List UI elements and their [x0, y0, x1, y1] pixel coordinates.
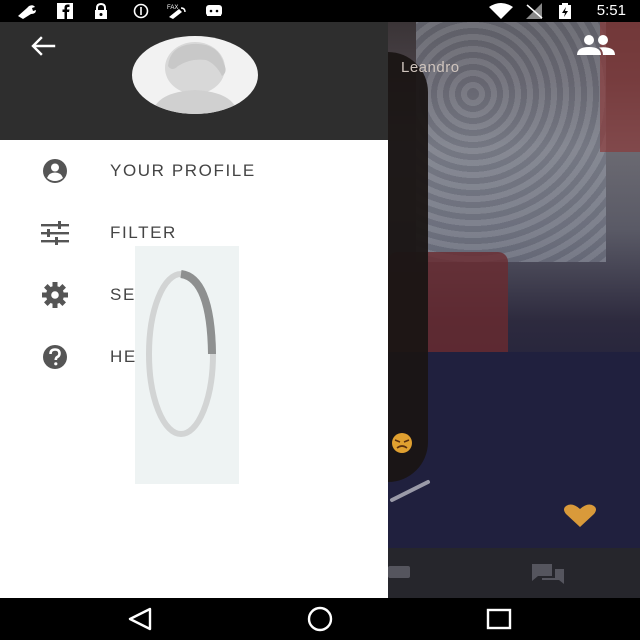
menu-item-your-profile[interactable]: YOUR PROFILE	[0, 143, 388, 199]
android-icon	[206, 5, 222, 16]
remote-video-feed	[388, 22, 640, 598]
video-person-silhouette	[388, 52, 428, 482]
profile-avatar[interactable]	[132, 36, 258, 114]
loading-spinner-icon	[146, 270, 216, 437]
video-blanket-texture	[416, 22, 606, 262]
menu-label-your-profile: YOUR PROFILE	[110, 161, 256, 180]
chat-icon[interactable]	[528, 562, 568, 584]
wrench-icon	[18, 5, 36, 19]
svg-text:FAX: FAX	[167, 5, 178, 11]
menu-label-help: HE	[110, 347, 137, 366]
settings-icon	[42, 282, 68, 308]
no-signal-icon	[526, 3, 543, 19]
fax-icon: FAX	[167, 5, 186, 19]
avatar-silhouette-icon	[152, 42, 238, 114]
loading-overlay	[135, 246, 239, 484]
data-saver-icon	[133, 3, 149, 19]
account-circle-icon	[43, 159, 67, 183]
menu-label-settings: SE	[110, 285, 136, 304]
help-icon	[43, 345, 67, 369]
lock-icon	[95, 3, 107, 19]
back-arrow-icon[interactable]	[28, 34, 58, 58]
clock-time: 5:51	[596, 2, 626, 19]
facebook-icon	[57, 3, 73, 19]
video-camera-icon[interactable]	[388, 564, 414, 580]
battery-charging-icon	[559, 3, 571, 19]
home-circle-icon[interactable]	[302, 606, 338, 632]
angry-emoji-icon[interactable]	[388, 431, 418, 453]
status-bar: FAX 5:51	[0, 0, 640, 22]
contacts-icon[interactable]	[574, 34, 618, 56]
recents-square-icon[interactable]	[481, 606, 517, 632]
tune-icon	[41, 221, 69, 245]
system-navigation-bar	[0, 598, 640, 640]
swipe-indicator-icon	[390, 480, 430, 502]
video-controls-bar	[388, 548, 640, 598]
back-triangle-icon[interactable]	[123, 606, 159, 632]
wifi-icon	[489, 3, 513, 19]
remote-user-name: Leandro	[401, 59, 460, 76]
drawer-header	[0, 22, 388, 140]
heart-icon[interactable]	[561, 503, 599, 529]
menu-label-filter: FILTER	[110, 223, 177, 242]
